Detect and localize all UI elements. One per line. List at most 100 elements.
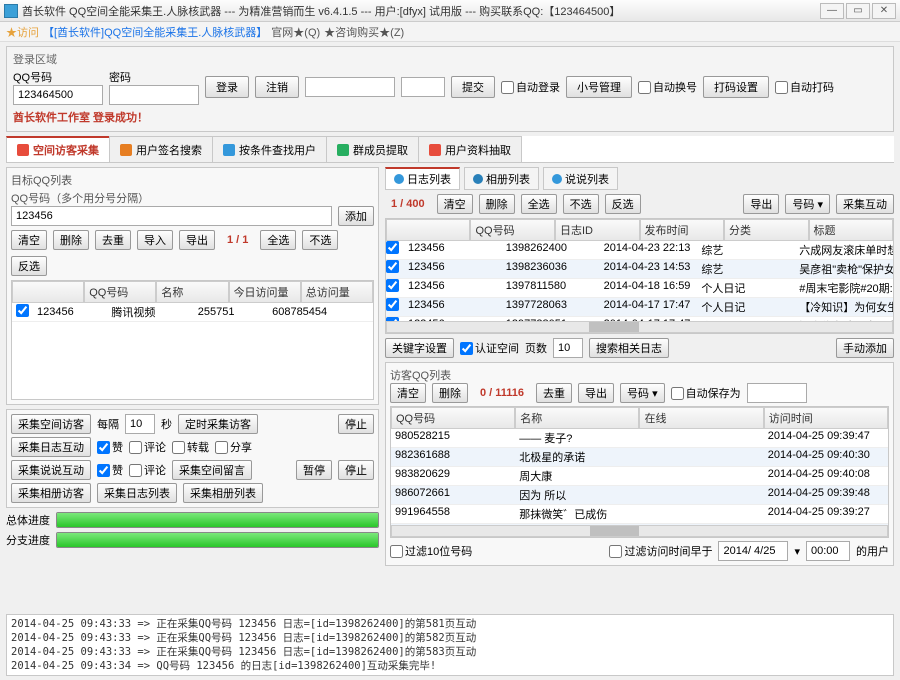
stop-button-1[interactable]: 停止 xyxy=(338,414,374,434)
code-settings-button[interactable]: 打码设置 xyxy=(703,76,769,98)
delete-button[interactable]: 删除 xyxy=(53,230,89,250)
keyword-settings-button[interactable]: 关键字设置 xyxy=(385,338,454,358)
r-none-button[interactable]: 不选 xyxy=(563,194,599,214)
v-export-button[interactable]: 导出 xyxy=(578,383,614,403)
pause-button[interactable]: 暂停 xyxy=(296,460,332,480)
r-num-button[interactable]: 号码 ▾ xyxy=(785,194,830,214)
window-title: 酋长软件 QQ空间全能采集王.人脉核武器 --- 为精准营销而生 v6.4.1.… xyxy=(22,3,820,19)
list-icon xyxy=(429,144,441,156)
manual-add-button[interactable]: 手动添加 xyxy=(836,338,894,358)
table-row[interactable]: 982361688北极星的承诺2014-04-25 09:40:30 xyxy=(391,448,888,467)
import-button[interactable]: 导入 xyxy=(137,230,173,250)
autosave-checkbox[interactable]: 自动保存为 xyxy=(671,385,741,401)
close-button[interactable]: ✕ xyxy=(872,3,896,19)
minimize-button[interactable]: — xyxy=(820,3,844,19)
r-export-button[interactable]: 导出 xyxy=(743,194,779,214)
search-icon xyxy=(223,144,235,156)
submit-button[interactable]: 提交 xyxy=(451,76,495,98)
collect-shuoshuo-button[interactable]: 采集说说互动 xyxy=(11,460,91,480)
account-mgr-button[interactable]: 小号管理 xyxy=(566,76,632,98)
subtab-album[interactable]: 相册列表 xyxy=(464,167,539,190)
v-clear-button[interactable]: 清空 xyxy=(390,383,426,403)
h-scrollbar-2[interactable] xyxy=(391,525,888,537)
v-del-button[interactable]: 删除 xyxy=(432,383,468,403)
pwd-input[interactable] xyxy=(109,85,199,105)
auth-checkbox[interactable]: 认证空间 xyxy=(460,340,519,356)
consult-link[interactable]: ★咨询购买★(Z) xyxy=(324,24,404,40)
filter-time-input[interactable] xyxy=(806,541,850,561)
menubar: ★访问 【[酋长软件]QQ空间全能采集王.人脉核武器】 官网★(Q) ★咨询购买… xyxy=(0,22,900,42)
clear-button[interactable]: 清空 xyxy=(11,230,47,250)
collect-interaction-button[interactable]: 采集互动 xyxy=(836,194,894,214)
tab-condition-search[interactable]: 按条件查找用户 xyxy=(212,136,327,162)
branch-progress-label: 分支进度 xyxy=(6,532,50,548)
collect-diarylist-button[interactable]: 采集日志列表 xyxy=(97,483,177,503)
table-row[interactable]: 12345613982360362014-04-23 14:53综艺吴彦祖"卖枪… xyxy=(386,260,893,279)
official-link[interactable]: 官网★(Q) xyxy=(271,24,320,40)
visitor-counter: 0 / 11116 xyxy=(474,387,530,399)
login-button[interactable]: 登录 xyxy=(205,76,249,98)
total-progress-label: 总体进度 xyxy=(6,512,50,528)
collect-visitor-button[interactable]: 采集空间访客 xyxy=(11,414,91,434)
h-scrollbar[interactable] xyxy=(386,321,893,333)
stop-button-2[interactable]: 停止 xyxy=(338,460,374,480)
maximize-button[interactable]: ▭ xyxy=(846,3,870,19)
filter-date-input[interactable] xyxy=(718,541,788,561)
qq-input[interactable] xyxy=(13,85,103,105)
pagenum-input[interactable] xyxy=(553,338,583,358)
collect-album-visitor-button[interactable]: 采集相册访客 xyxy=(11,483,91,503)
filtertime-checkbox[interactable]: 过滤访问时间早于 xyxy=(609,543,712,559)
v-num-button[interactable]: 号码 ▾ xyxy=(620,383,665,403)
table-row[interactable]: 123456腾讯视频255751608785454 xyxy=(12,303,373,322)
pwd-label: 密码 xyxy=(109,69,199,85)
logout-button[interactable]: 注销 xyxy=(255,76,299,98)
table-row[interactable]: 12345613977280632014-04-17 17:47个人日记【冷知识… xyxy=(386,298,893,317)
timed-collect-button[interactable]: 定时采集访客 xyxy=(178,414,258,434)
login-area: 登录区域 QQ号码 密码 登录 注销 提交 自动登录 小号管理 自动换号 打码设… xyxy=(6,46,894,132)
r-clear-button[interactable]: 清空 xyxy=(437,194,473,214)
subtab-shuoshuo[interactable]: 说说列表 xyxy=(543,167,618,190)
share-checkbox[interactable]: 分享 xyxy=(215,439,252,455)
dedup-button[interactable]: 去重 xyxy=(95,230,131,250)
forward-checkbox[interactable]: 转载 xyxy=(172,439,209,455)
tab-signature-search[interactable]: 用户签名搜索 xyxy=(109,136,213,162)
like2-checkbox[interactable]: 赞 xyxy=(97,462,123,478)
interval-input[interactable] xyxy=(125,414,155,434)
target-input[interactable] xyxy=(11,206,332,226)
r-all-button[interactable]: 全选 xyxy=(521,194,557,214)
table-row[interactable]: 986072661因为 所以2014-04-25 09:39:48 xyxy=(391,486,888,505)
selectall-button[interactable]: 全选 xyxy=(260,230,296,250)
leavemsg-button[interactable]: 采集空间留言 xyxy=(172,460,252,480)
comment2-checkbox[interactable]: 评论 xyxy=(129,462,166,478)
table-row[interactable]: 983820629周大康2014-04-25 09:40:08 xyxy=(391,467,888,486)
collect-albumlist-button[interactable]: 采集相册列表 xyxy=(183,483,263,503)
autocode-checkbox[interactable]: 自动打码 xyxy=(775,79,834,95)
table-row[interactable]: 12345613978115802014-04-18 16:59个人日记#周末宅… xyxy=(386,279,893,298)
r-del-button[interactable]: 删除 xyxy=(479,194,515,214)
r-inv-button[interactable]: 反选 xyxy=(605,194,641,214)
autologin-checkbox[interactable]: 自动登录 xyxy=(501,79,560,95)
table-row[interactable]: 12345613982624002014-04-23 22:13综艺六成网友滚床… xyxy=(386,241,893,260)
collect-diary-button[interactable]: 采集日志互动 xyxy=(11,437,91,457)
row-checkbox[interactable] xyxy=(16,304,29,317)
tab-group-extract[interactable]: 群成员提取 xyxy=(326,136,419,162)
subtab-diary[interactable]: 日志列表 xyxy=(385,167,460,190)
selectnone-button[interactable]: 不选 xyxy=(302,230,338,250)
comment-checkbox[interactable]: 评论 xyxy=(129,439,166,455)
tab-profile-extract[interactable]: 用户资料抽取 xyxy=(418,136,522,162)
invert-button[interactable]: 反选 xyxy=(11,256,47,276)
table-row[interactable]: 980528215—— 麦子?2014-04-25 09:39:47 xyxy=(391,429,888,448)
captcha-input[interactable] xyxy=(305,77,395,97)
v-dedup-button[interactable]: 去重 xyxy=(536,383,572,403)
search-diary-button[interactable]: 搜索相关日志 xyxy=(589,338,669,358)
add-button[interactable]: 添加 xyxy=(338,206,374,226)
table-row[interactable]: 991964558那抹微笑゛已成伤2014-04-25 09:39:27 xyxy=(391,505,888,524)
autoswitch-checkbox[interactable]: 自动换号 xyxy=(638,79,697,95)
autosave-path-input[interactable] xyxy=(747,383,807,403)
tab-visitor-collect[interactable]: 空间访客采集 xyxy=(6,136,110,162)
like-checkbox[interactable]: 赞 xyxy=(97,439,123,455)
product-link[interactable]: 【[酋长软件]QQ空间全能采集王.人脉核武器】 xyxy=(43,24,267,40)
main-tabs: 空间访客采集 用户签名搜索 按条件查找用户 群成员提取 用户资料抽取 xyxy=(6,136,894,163)
export-button[interactable]: 导出 xyxy=(179,230,215,250)
filter10-checkbox[interactable]: 过滤10位号码 xyxy=(390,543,472,559)
